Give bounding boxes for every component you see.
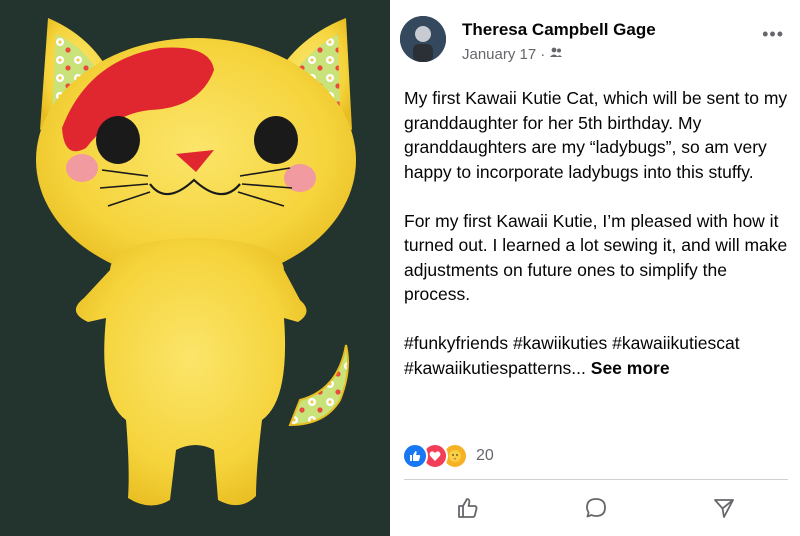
comment-icon	[586, 498, 606, 518]
like-reaction-icon	[402, 443, 428, 469]
post-header: Theresa Campbell Gage January 17 · •••	[400, 16, 792, 66]
share-icon	[714, 499, 734, 518]
author-name[interactable]: Theresa Campbell Gage	[462, 20, 656, 40]
post-meta: January 17 ·	[462, 45, 563, 63]
post-paragraph-1: My first Kawaii Kutie Cat, which will be…	[404, 88, 788, 182]
reaction-count: 20	[476, 447, 494, 464]
thumbs-up-icon	[458, 498, 478, 518]
stuffed-cat-image	[0, 0, 390, 536]
post-date[interactable]: January 17	[462, 46, 536, 63]
like-button[interactable]	[448, 490, 488, 526]
share-button[interactable]	[704, 490, 744, 526]
friends-icon	[549, 45, 563, 63]
meta-separator: ·	[540, 45, 546, 63]
post-photo[interactable]	[0, 0, 390, 536]
comment-button[interactable]	[576, 490, 616, 526]
avatar[interactable]	[400, 16, 446, 62]
post-actions	[404, 488, 788, 528]
post-body: My first Kawaii Kutie Cat, which will be…	[404, 86, 796, 380]
post-hashtags-line: #funkyfriends #kawiikuties #kawaiikuties…	[404, 331, 796, 380]
post-paragraph-2: For my first Kawaii Kutie, I’m pleased w…	[404, 210, 788, 305]
see-more-link[interactable]: See more	[591, 358, 670, 378]
reactions-summary[interactable]: 20	[402, 443, 494, 469]
actions-divider	[404, 479, 788, 480]
more-options-button[interactable]: •••	[762, 24, 784, 45]
post-hashtags[interactable]: #funkyfriends #kawiikuties #kawaiikuties…	[404, 333, 740, 378]
post-panel: Theresa Campbell Gage January 17 · ••• M…	[390, 0, 800, 536]
